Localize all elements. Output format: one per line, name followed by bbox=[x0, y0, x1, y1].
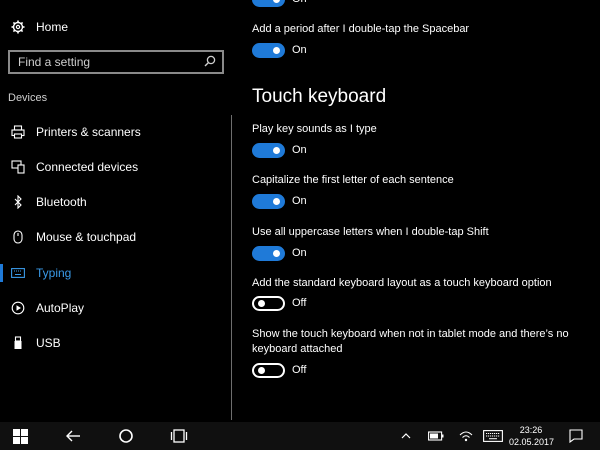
mouse-icon bbox=[10, 229, 26, 245]
clock-time: 23:26 bbox=[519, 425, 543, 435]
toggle-knob bbox=[258, 367, 265, 374]
back-arrow-icon[interactable] bbox=[64, 427, 82, 445]
task-view-icon[interactable] bbox=[170, 427, 188, 445]
sidebar-item-home[interactable]: Home bbox=[0, 10, 232, 44]
toggle-state-standard-layout: Off bbox=[292, 297, 307, 309]
sidebar-item-mouse-touchpad[interactable]: Mouse & touchpad bbox=[0, 220, 232, 254]
sidebar-item-printers[interactable]: Printers & scanners bbox=[0, 115, 232, 149]
clock-date: 02.05.2017 bbox=[509, 437, 555, 447]
setting-label-show-touch-keyboard: Show the touch keyboard when not in tabl… bbox=[252, 328, 569, 355]
toggle-knob bbox=[273, 250, 280, 257]
toggle-knob bbox=[273, 47, 280, 54]
search-placeholder: Find a setting bbox=[18, 55, 91, 69]
sidebar-item-connected-devices[interactable]: Connected devices bbox=[0, 150, 232, 184]
wifi-icon[interactable] bbox=[457, 427, 475, 445]
action-center-icon[interactable] bbox=[567, 427, 585, 445]
windows-start-icon[interactable] bbox=[11, 427, 29, 445]
toggle-key-sounds[interactable] bbox=[252, 143, 285, 158]
connected-devices-icon bbox=[10, 159, 26, 175]
printer-icon bbox=[10, 124, 26, 140]
gear-icon bbox=[10, 19, 26, 35]
setting-label-key-sounds: Play key sounds as I type bbox=[252, 123, 377, 135]
bluetooth-icon bbox=[10, 194, 26, 210]
touch-keyboard-icon[interactable] bbox=[482, 427, 504, 445]
sidebar-item-typing[interactable]: Typing bbox=[0, 256, 232, 290]
toggle-period[interactable] bbox=[252, 43, 285, 58]
sidebar-item-label: Home bbox=[36, 20, 69, 34]
battery-icon[interactable] bbox=[427, 427, 445, 445]
sidebar-item-usb[interactable]: USB bbox=[0, 326, 232, 360]
toggle-knob bbox=[273, 198, 280, 205]
search-input[interactable]: Find a setting bbox=[8, 50, 224, 74]
toggle-state-uppercase: On bbox=[292, 247, 307, 259]
system-clock[interactable]: 23:26 02.05.2017 bbox=[509, 424, 555, 448]
section-heading: Touch keyboard bbox=[252, 86, 387, 107]
taskbar: 23:26 02.05.2017 bbox=[0, 422, 600, 450]
sidebar-item-bluetooth[interactable]: Bluetooth bbox=[0, 185, 232, 219]
home-circle-icon[interactable] bbox=[117, 427, 135, 445]
toggle-state-top: On bbox=[292, 0, 307, 5]
search-icon[interactable] bbox=[204, 55, 216, 70]
setting-label-capitalize: Capitalize the first letter of each sent… bbox=[252, 174, 454, 186]
toggle-capitalize[interactable] bbox=[252, 194, 285, 209]
toggle-knob bbox=[273, 147, 280, 154]
setting-label-uppercase: Use all uppercase letters when I double-… bbox=[252, 226, 489, 238]
toggle-show-touch-keyboard[interactable] bbox=[252, 363, 285, 378]
toggle-state-key-sounds: On bbox=[292, 144, 307, 156]
toggle-knob bbox=[273, 0, 280, 3]
sidebar-item-label: Connected devices bbox=[36, 160, 139, 174]
sidebar-item-label: Printers & scanners bbox=[36, 125, 141, 139]
toggle-standard-layout[interactable] bbox=[252, 296, 285, 311]
chevron-up-icon[interactable] bbox=[397, 427, 415, 445]
toggle-knob bbox=[258, 300, 265, 307]
sidebar-item-label: Typing bbox=[36, 266, 72, 280]
toggle-top-partial[interactable] bbox=[252, 0, 285, 7]
sidebar: Home Find a setting Devices Printers & s… bbox=[0, 0, 232, 422]
pane-divider bbox=[231, 115, 232, 420]
keyboard-icon bbox=[10, 265, 26, 281]
toggle-uppercase[interactable] bbox=[252, 246, 285, 261]
autoplay-icon bbox=[10, 300, 26, 316]
setting-label-period: Add a period after I double-tap the Spac… bbox=[252, 23, 470, 35]
toggle-state-capitalize: On bbox=[292, 195, 307, 207]
toggle-state-period: On bbox=[292, 44, 307, 56]
sidebar-item-label: USB bbox=[36, 336, 61, 350]
sidebar-item-label: AutoPlay bbox=[36, 301, 85, 315]
toggle-state-show-touch-keyboard: Off bbox=[292, 364, 307, 376]
sidebar-item-label: Mouse & touchpad bbox=[36, 230, 137, 244]
setting-label-standard-layout: Add the standard keyboard layout as a to… bbox=[252, 277, 552, 289]
active-indicator bbox=[0, 264, 3, 282]
usb-icon bbox=[10, 335, 26, 351]
section-label-devices: Devices bbox=[8, 92, 48, 104]
sidebar-item-autoplay[interactable]: AutoPlay bbox=[0, 291, 232, 325]
main-content: On Add a period after I double-tap the S… bbox=[252, 0, 592, 422]
sidebar-item-label: Bluetooth bbox=[36, 195, 87, 209]
